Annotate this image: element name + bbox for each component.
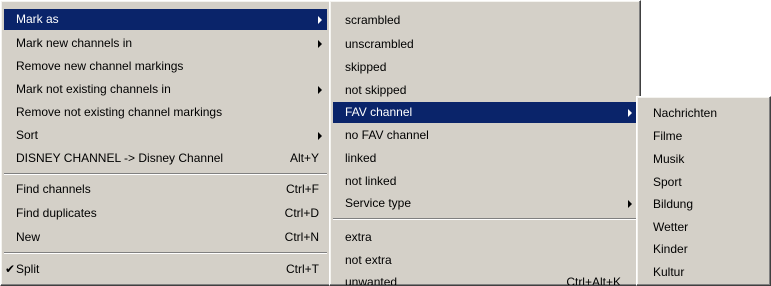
menu-item-label: Filme: [653, 129, 683, 143]
menu-item-label: Mark new channels in: [16, 36, 133, 50]
context-menu: Mark as Mark new channels in Remove new …: [0, 0, 331, 286]
menu-item-label: Remove new channel markings: [16, 59, 184, 73]
shortcut-label: Ctrl+Alt+K: [566, 275, 621, 286]
menu-item-mark-new-channels[interactable]: Mark new channels in: [4, 33, 327, 54]
menu-separator: [4, 173, 327, 175]
submenu-arrow-icon: [318, 16, 322, 24]
menu-item-extra[interactable]: extra: [333, 227, 637, 248]
menu-item-fav-category[interactable]: Sport: [640, 172, 768, 193]
menu-item-not-skipped[interactable]: not skipped: [333, 80, 637, 101]
menu-item-not-extra[interactable]: not extra: [333, 250, 637, 271]
menu-item-label: unscrambled: [345, 37, 414, 51]
menu-item-label: Remove not existing channel markings: [16, 105, 223, 119]
shortcut-label: Ctrl+N: [284, 230, 319, 244]
menu-item-new[interactable]: New Ctrl+N: [4, 227, 327, 248]
menu-item-label: Musik: [653, 152, 685, 166]
menu-item-rename-disney[interactable]: DISNEY CHANNEL -> Disney Channel Alt+Y: [4, 148, 327, 169]
menu-item-no-fav-channel[interactable]: no FAV channel: [333, 125, 637, 146]
shortcut-label: Ctrl+D: [284, 206, 319, 220]
shortcut-label: Ctrl+T: [286, 262, 319, 276]
menu-item-label: Wetter: [653, 220, 689, 234]
menu-item-scrambled[interactable]: scrambled: [333, 10, 637, 31]
menu-item-label: Nachrichten: [653, 106, 718, 120]
menu-item-mark-not-existing[interactable]: Mark not existing channels in: [4, 79, 327, 100]
checkmark-icon: ✔: [5, 262, 16, 276]
menu-item-fav-category[interactable]: Filme: [640, 126, 768, 147]
menu-item-fav-channel[interactable]: FAV channel: [333, 102, 637, 123]
menu-item-label: Bildung: [653, 197, 694, 211]
submenu-arrow-icon: [628, 109, 632, 117]
menu-item-label: not skipped: [345, 83, 407, 97]
shortcut-label: Alt+Y: [289, 151, 319, 165]
menu-item-fav-category[interactable]: Musik: [640, 149, 768, 170]
menu-item-label: extra: [345, 230, 372, 244]
shortcut-label: Ctrl+F: [286, 182, 319, 196]
menu-item-fav-category[interactable]: Bildung: [640, 194, 768, 215]
menu-item-fav-category[interactable]: Kinder: [640, 239, 768, 260]
menu-item-label: Service type: [345, 196, 412, 210]
menu-item-label: Kultur: [653, 265, 685, 279]
menu-item-label: Mark not existing channels in: [16, 82, 171, 96]
mark-as-submenu: scrambled unscrambled skipped not skippe…: [329, 0, 641, 286]
menu-item-fav-category[interactable]: Wetter: [640, 217, 768, 238]
menu-item-label: linked: [345, 151, 377, 165]
menu-item-label: Find duplicates: [16, 206, 97, 220]
menu-item-label: Sport: [653, 175, 682, 189]
menu-item-mark-as[interactable]: Mark as: [4, 9, 327, 30]
menu-separator: [4, 252, 327, 254]
menu-item-label: Split: [16, 262, 40, 276]
menu-item-label: not extra: [345, 253, 392, 267]
menu-item-label: Mark as: [16, 12, 59, 26]
submenu-arrow-icon: [318, 86, 322, 94]
menu-item-label: DISNEY CHANNEL -> Disney Channel: [16, 151, 224, 165]
menu-item-fav-category[interactable]: Kultur: [640, 262, 768, 283]
submenu-arrow-icon: [628, 200, 632, 208]
menu-item-fav-category[interactable]: Nachrichten: [640, 103, 768, 124]
menu-item-label: Find channels: [16, 182, 91, 196]
menu-item-unwanted[interactable]: unwanted Ctrl+Alt+K: [333, 272, 637, 286]
submenu-arrow-icon: [318, 132, 322, 140]
menu-item-remove-new-markings[interactable]: Remove new channel markings: [4, 56, 327, 77]
menu-item-label: no FAV channel: [345, 128, 429, 142]
menu-item-label: Kinder: [653, 242, 688, 256]
menu-separator: [333, 218, 637, 220]
menu-item-label: Sort: [16, 128, 39, 142]
menu-item-label: unwanted: [345, 275, 398, 286]
menu-item-label: FAV channel: [345, 105, 413, 119]
menu-item-service-type[interactable]: Service type: [333, 193, 637, 214]
menu-item-label: not linked: [345, 174, 397, 188]
menu-item-split[interactable]: ✔ Split Ctrl+T: [4, 259, 327, 280]
menu-item-find-channels[interactable]: Find channels Ctrl+F: [4, 179, 327, 200]
menu-item-unscrambled[interactable]: unscrambled: [333, 34, 637, 55]
menu-item-label: New: [16, 230, 41, 244]
menu-item-not-linked[interactable]: not linked: [333, 171, 637, 192]
menu-item-skipped[interactable]: skipped: [333, 57, 637, 78]
menu-item-remove-not-existing[interactable]: Remove not existing channel markings: [4, 102, 327, 123]
menu-item-linked[interactable]: linked: [333, 148, 637, 169]
submenu-arrow-icon: [318, 40, 322, 48]
menu-item-sort[interactable]: Sort: [4, 125, 327, 146]
fav-channel-submenu: Nachrichten Filme Musik Sport Bildung We…: [636, 96, 771, 286]
menu-item-label: skipped: [345, 60, 387, 74]
menu-item-label: scrambled: [345, 13, 401, 27]
menu-item-find-duplicates[interactable]: Find duplicates Ctrl+D: [4, 203, 327, 224]
